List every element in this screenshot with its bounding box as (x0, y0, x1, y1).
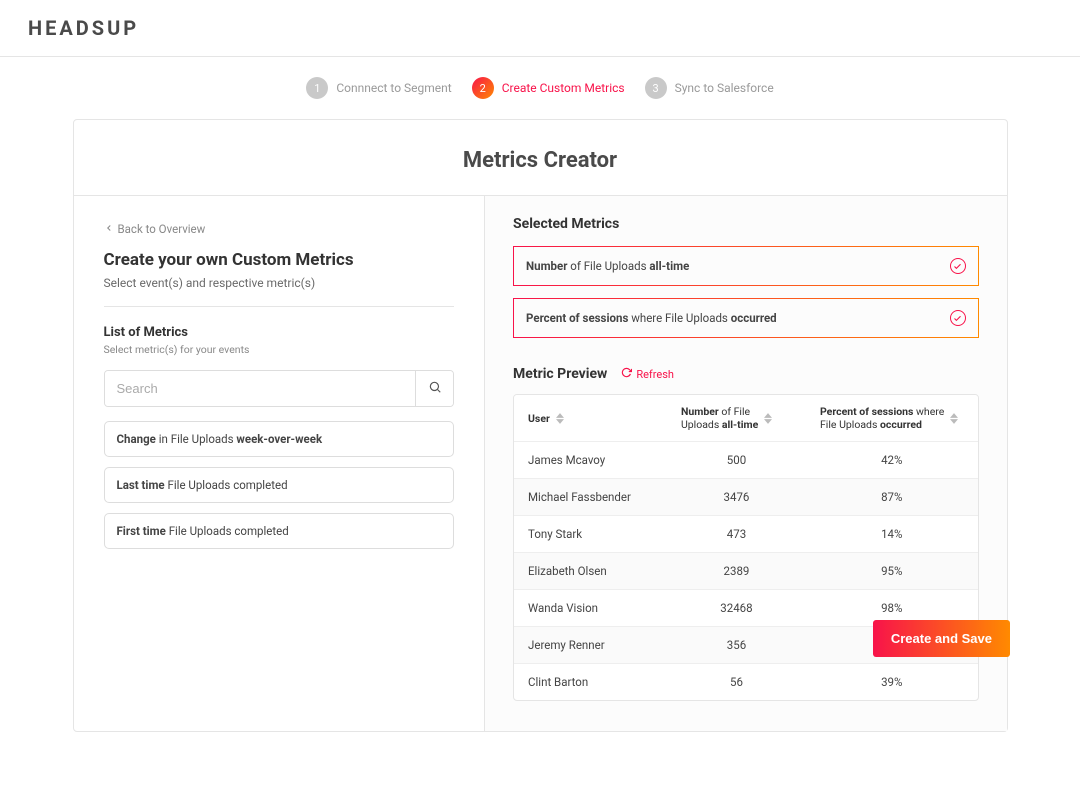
cell-user: Tony Stark (514, 516, 667, 553)
refresh-button[interactable]: Refresh (621, 367, 674, 381)
column-header-percent-sessions[interactable]: Percent of sessions whereFile Uploads oc… (806, 395, 978, 442)
cell-user: Elizabeth Olsen (514, 553, 667, 590)
check-circle-icon (950, 258, 966, 274)
cell-user: Wanda Vision (514, 590, 667, 627)
cell-number-uploads: 32468 (667, 590, 806, 627)
cell-user: Clint Barton (514, 664, 667, 701)
sort-icon (556, 413, 564, 424)
app-header: HEADSUP (0, 0, 1080, 57)
cell-percent-sessions: 39% (806, 664, 978, 701)
metric-preview-heading: Metric Preview (513, 366, 607, 382)
sort-icon (764, 413, 772, 424)
table-row[interactable]: Tony Stark47314% (514, 516, 977, 553)
create-metrics-heading: Create your own Custom Metrics (104, 250, 455, 270)
metric-option-change-wow[interactable]: Change in File Uploads week-over-week (104, 421, 455, 457)
cell-number-uploads: 500 (667, 442, 806, 479)
search-input[interactable] (105, 371, 416, 406)
sort-icon (950, 413, 958, 424)
page-title: Metrics Creator (74, 120, 1007, 195)
create-and-save-button[interactable]: Create and Save (873, 620, 1010, 657)
step-number: 2 (472, 77, 494, 99)
cell-user: Michael Fassbender (514, 479, 667, 516)
back-to-overview-link[interactable]: Back to Overview (104, 222, 455, 236)
metric-option-last-time[interactable]: Last time File Uploads completed (104, 467, 455, 503)
cell-number-uploads: 3476 (667, 479, 806, 516)
cell-number-uploads: 473 (667, 516, 806, 553)
search-button[interactable] (415, 371, 453, 406)
step-connect-segment[interactable]: 1 Connnect to Segment (306, 77, 451, 99)
left-pane: Back to Overview Create your own Custom … (74, 196, 485, 731)
cell-percent-sessions: 14% (806, 516, 978, 553)
cell-percent-sessions: 95% (806, 553, 978, 590)
step-label: Sync to Salesforce (675, 81, 774, 95)
cell-user: James Mcavoy (514, 442, 667, 479)
metric-preview-header: Metric Preview Refresh (513, 366, 978, 382)
step-sync-salesforce[interactable]: 3 Sync to Salesforce (645, 77, 774, 99)
card-body: Back to Overview Create your own Custom … (74, 195, 1007, 731)
search-icon (428, 380, 442, 397)
step-number: 3 (645, 77, 667, 99)
selected-metric-percent-sessions[interactable]: Percent of sessions where File Uploads o… (513, 298, 978, 338)
cell-number-uploads: 56 (667, 664, 806, 701)
refresh-icon (621, 367, 632, 381)
table-row[interactable]: Michael Fassbender347687% (514, 479, 977, 516)
column-header-number-uploads[interactable]: Number of FileUploads all-time (667, 395, 806, 442)
cell-percent-sessions: 42% (806, 442, 978, 479)
step-number: 1 (306, 77, 328, 99)
table-row[interactable]: James Mcavoy50042% (514, 442, 977, 479)
column-header-user[interactable]: User (514, 395, 667, 442)
table-row[interactable]: Clint Barton5639% (514, 664, 977, 701)
list-of-metrics-help: Select metric(s) for your events (104, 343, 455, 356)
create-metrics-subheading: Select event(s) and respective metric(s) (104, 276, 455, 290)
cell-user: Jeremy Renner (514, 627, 667, 664)
cell-number-uploads: 2389 (667, 553, 806, 590)
list-of-metrics-heading: List of Metrics (104, 325, 455, 340)
brand-logo: HEADSUP (28, 16, 1052, 40)
table-row[interactable]: Elizabeth Olsen238995% (514, 553, 977, 590)
check-circle-icon (950, 310, 966, 326)
metrics-creator-card: Metrics Creator Back to Overview Create … (73, 119, 1008, 732)
selected-metrics-heading: Selected Metrics (513, 216, 978, 232)
divider (104, 306, 455, 307)
metrics-search (104, 370, 455, 407)
cell-number-uploads: 356 (667, 627, 806, 664)
chevron-left-icon (104, 222, 114, 236)
metric-option-first-time[interactable]: First time File Uploads completed (104, 513, 455, 549)
selected-metric-number-alltime[interactable]: Number of File Uploads all-time (513, 246, 978, 286)
wizard-stepper: 1 Connnect to Segment 2 Create Custom Me… (0, 57, 1080, 119)
cell-percent-sessions: 87% (806, 479, 978, 516)
step-create-metrics[interactable]: 2 Create Custom Metrics (472, 77, 625, 99)
step-label: Connnect to Segment (336, 81, 451, 95)
step-label: Create Custom Metrics (502, 81, 625, 95)
